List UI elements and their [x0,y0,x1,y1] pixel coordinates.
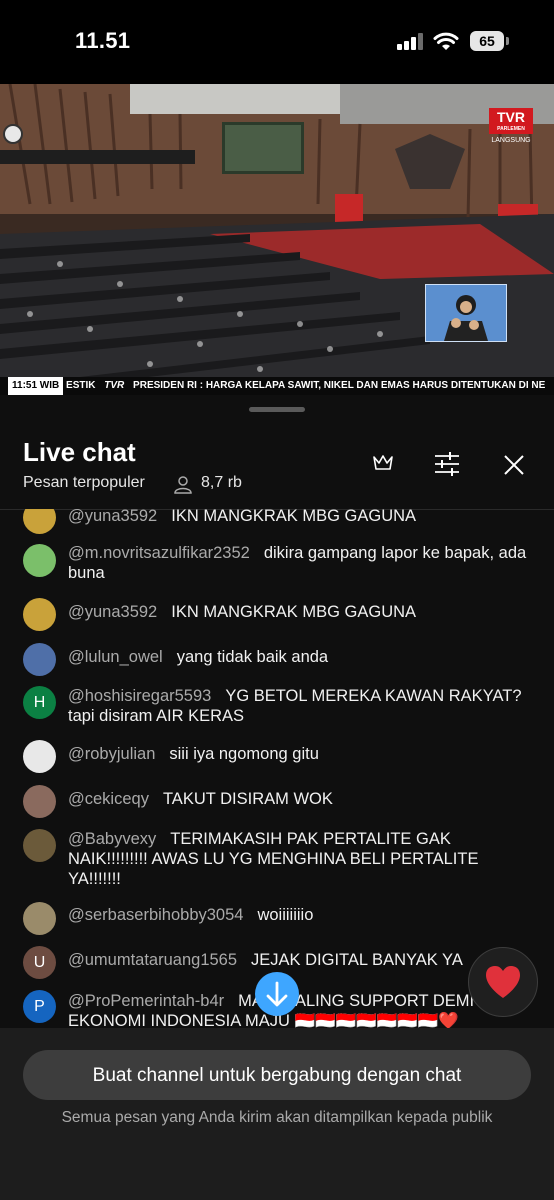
message-body: @yuna3592 IKN MANGKRAK MBG GAGUNA [68,509,532,526]
ticker-brand: TVR [104,380,125,391]
sign-language-interpreter [425,284,507,342]
message-author[interactable]: @lulun_owel [68,648,163,666]
reaction-button[interactable] [468,947,538,1017]
avatar[interactable] [23,740,56,773]
wifi-icon [433,32,459,50]
message-author[interactable]: @Babyvexy [68,830,156,848]
drag-handle[interactable] [249,407,305,412]
avatar[interactable]: P [23,990,56,1023]
ticker-prefix: ESTIK [66,380,96,391]
message-body: @robyjulian siii iya ngomong gitu [68,744,532,764]
avatar[interactable] [23,785,56,818]
avatar[interactable]: U [23,946,56,979]
message-body: @cekiceqy TAKUT DISIRAM WOK [68,789,532,809]
battery-cap [506,37,509,45]
message-body: @Babyvexy TERIMAKASIH PAK PERTALITE GAK N… [68,829,532,889]
ticker-text: PRESIDEN RI : HARGA KELAPA SAWIT, NIKEL … [133,380,546,391]
avatar[interactable] [23,509,56,534]
message-body: @lulun_owel yang tidak baik anda [68,647,532,667]
cellular-signal-icon [397,33,423,50]
message-text: woiiiiiiio [257,906,314,924]
heart-icon [486,966,520,998]
message-author[interactable]: @m.novritsazulfikar2352 [68,544,250,562]
person-icon [174,476,192,494]
status-bar: 11.51 65 [0,0,554,84]
live-label: LANGSUNG [491,137,531,144]
scroll-to-bottom-button[interactable] [255,972,299,1016]
sliders-icon[interactable] [433,452,461,476]
close-icon[interactable] [504,455,524,475]
message-author[interactable]: @hoshisiregar5593 [68,687,211,705]
message-text: siii iya ngomong gitu [169,745,319,763]
news-ticker: 11:51 WIB ESTIK TVR PRESIDEN RI : HARGA … [0,377,554,395]
battery-indicator: 65 [470,31,504,51]
public-notice: Semua pesan yang Anda kirim akan ditampi… [61,1109,493,1126]
avatar[interactable] [23,902,56,935]
avatar[interactable] [23,829,56,862]
message-text: JEJAK DIGITAL BANYAK YA [251,951,463,969]
message-body: @hoshisiregar5593 YG BETOL MEREKA KAWAN R… [68,686,532,726]
message-author[interactable]: @robyjulian [68,745,155,763]
viewer-count: 8,7 rb [201,474,242,491]
status-time: 11.51 [75,28,131,53]
chat-title: Live chat [23,437,136,467]
chat-mode-selector[interactable]: Pesan terpopuler [23,474,145,492]
message-text: yang tidak baik anda [176,648,329,666]
avatar[interactable]: H [23,686,56,719]
message-text: IKN MANGKRAK MBG GAGUNA [171,509,417,525]
avatar[interactable] [23,598,56,631]
message-body: @ProPemerintah-b4r MARI SALING SUPPORT DE… [68,991,532,1029]
create-channel-button[interactable]: Buat channel untuk bergabung dengan chat [23,1050,531,1100]
parliament-scene [0,84,554,395]
ticker-time: 11:51 WIB [8,377,64,395]
avatar[interactable] [23,544,56,577]
message-text: TAKUT DISIRAM WOK [162,790,333,808]
message-author[interactable]: @yuna3592 [68,509,157,525]
channel-logo: TVR PARLEMEN [489,108,533,134]
message-body: @yuna3592 IKN MANGKRAK MBG GAGUNA [68,602,532,622]
video-player[interactable]: TVR PARLEMEN LANGSUNG 11:51 WIB ESTIK TVR… [0,84,554,395]
message-author[interactable]: @serbaserbihobby3054 [68,906,243,924]
message-author[interactable]: @ProPemerintah-b4r [68,992,224,1010]
live-chat-panel: Live chat Pesan terpopuler 8,7 rb @yuna3… [0,395,554,1200]
avatar[interactable] [23,643,56,676]
crown-icon[interactable] [372,453,394,473]
message-author[interactable]: @cekiceqy [68,790,149,808]
channel-logo-sub: PARLEMEN [497,126,525,132]
chat-footer: Buat channel untuk bergabung dengan chat… [0,1028,554,1200]
arrow-down-icon [266,981,288,1007]
message-author[interactable]: @umumtataruang1565 [68,951,237,969]
message-text: IKN MANGKRAK MBG GAGUNA [171,603,417,621]
message-body: @m.novritsazulfikar2352 dikira gampang la… [68,543,532,583]
message-body: @umumtataruang1565 JEJAK DIGITAL BANYAK Y… [68,950,532,970]
message-body: @serbaserbihobby3054 woiiiiiiio [68,905,532,925]
message-author[interactable]: @yuna3592 [68,603,157,621]
